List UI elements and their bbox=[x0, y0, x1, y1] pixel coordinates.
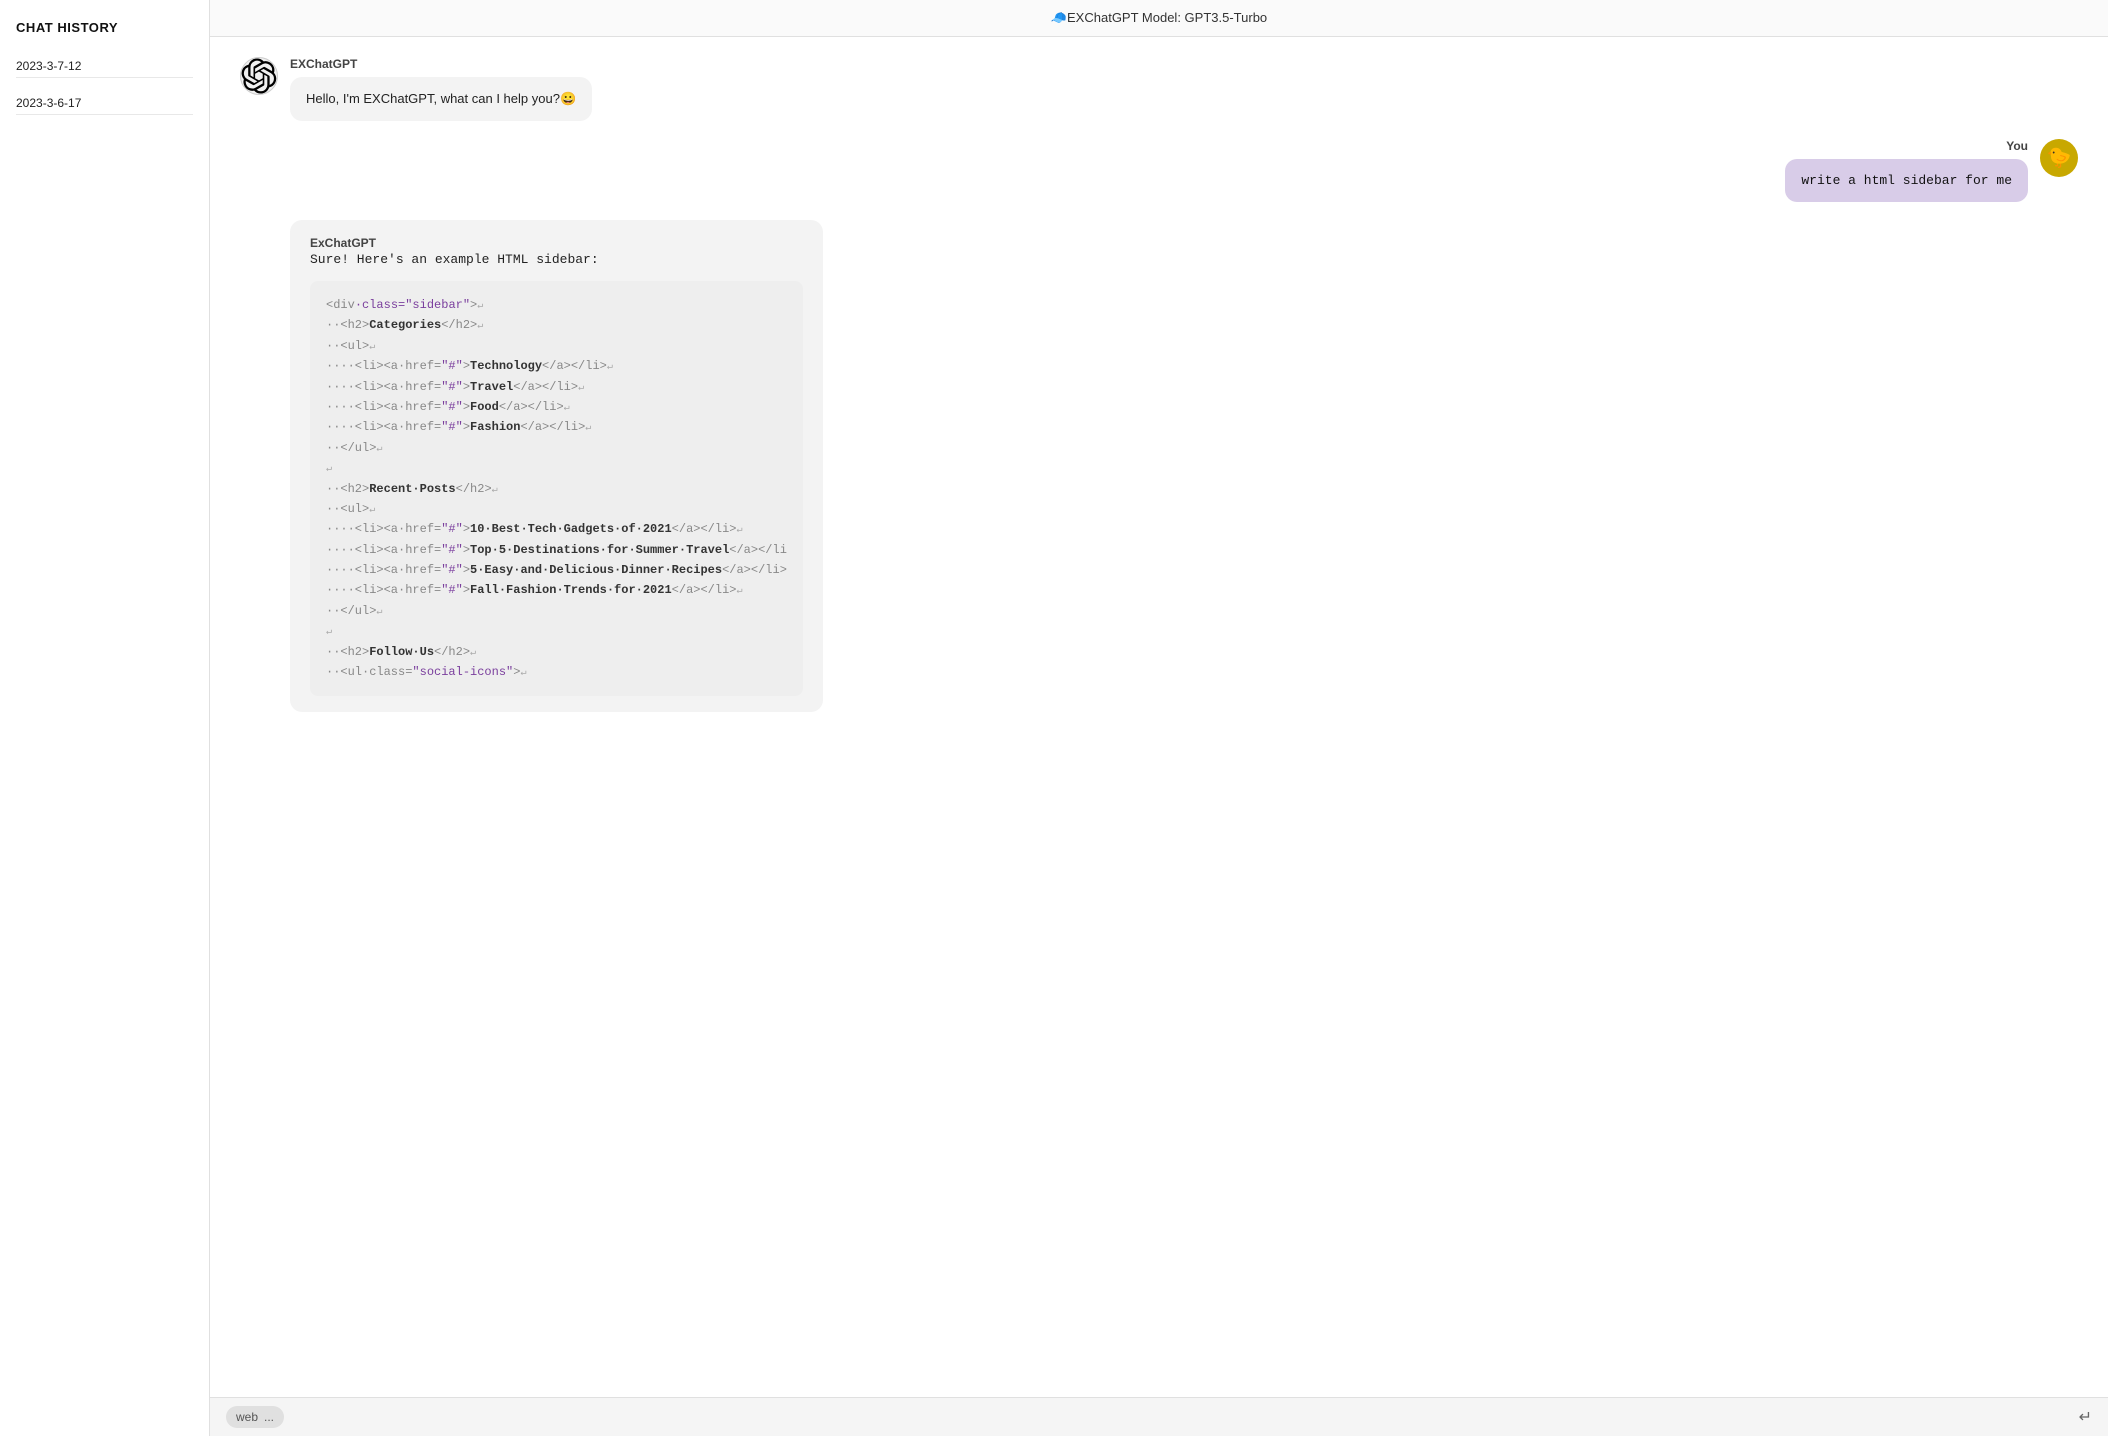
main-chat-area: 🧢EXChatGPT Model: GPT3.5-Turbo EXChatGPT… bbox=[210, 0, 2108, 1436]
code-line-16: ··</ul>↵ bbox=[326, 601, 787, 621]
titlebar: 🧢EXChatGPT Model: GPT3.5-Turbo bbox=[210, 0, 2108, 37]
user-avatar: 🐤 bbox=[2040, 139, 2078, 177]
chat-messages: EXChatGPT Hello, I'm EXChatGPT, what can… bbox=[210, 37, 2108, 1397]
message-row-user: 🐤 You write a html sidebar for me bbox=[240, 139, 2078, 203]
code-line-15: ····<li><a·href="#">Fall·Fashion·Trends·… bbox=[326, 580, 787, 600]
titlebar-text: 🧢EXChatGPT Model: GPT3.5-Turbo bbox=[1051, 10, 1267, 25]
bot-avatar bbox=[240, 57, 278, 95]
code-line-12: ····<li><a·href="#">10·Best·Tech·Gadgets… bbox=[326, 519, 787, 539]
code-line-4: ····<li><a·href="#">Technology</a></li>↵ bbox=[326, 356, 787, 376]
message-row-bot-code: ExChatGPT Sure! Here's an example HTML s… bbox=[240, 220, 2078, 712]
user-avatar-emoji: 🐤 bbox=[2047, 145, 2072, 170]
code-line-9: ↵ bbox=[326, 458, 787, 478]
code-line-2: ··<h2>Categories</h2>↵ bbox=[326, 315, 787, 335]
code-line-3: ··<ul>↵ bbox=[326, 336, 787, 356]
code-line-19: ··<ul·class="social-icons">↵ bbox=[326, 662, 787, 682]
user-msg-bubble: write a html sidebar for me bbox=[1785, 159, 2028, 203]
user-msg-sender: You bbox=[2006, 139, 2028, 153]
code-line-8: ··</ul>↵ bbox=[326, 438, 787, 458]
code-line-17: ↵ bbox=[326, 621, 787, 641]
message-row-bot-greeting: EXChatGPT Hello, I'm EXChatGPT, what can… bbox=[240, 57, 2078, 121]
history-item-2[interactable]: 2023-3-6-17 bbox=[16, 92, 193, 115]
code-block: <div·class="sidebar">↵ ··<h2>Categories<… bbox=[310, 281, 803, 696]
code-line-7: ····<li><a·href="#">Fashion</a></li>↵ bbox=[326, 417, 787, 437]
web-badge-dots: ... bbox=[264, 1410, 274, 1424]
code-intro: Sure! Here's an example HTML sidebar: bbox=[310, 252, 803, 267]
chat-input[interactable] bbox=[294, 1410, 2069, 1425]
history-item-1[interactable]: 2023-3-7-12 bbox=[16, 55, 193, 78]
code-line-6: ····<li><a·href="#">Food</a></li>↵ bbox=[326, 397, 787, 417]
chat-sidebar: CHAT HISTORY 2023-3-7-12 2023-3-6-17 bbox=[0, 0, 210, 1436]
code-line-1: <div·class="sidebar">↵ bbox=[326, 295, 787, 315]
code-line-13: ····<li><a·href="#">Top·5·Destinations·f… bbox=[326, 540, 787, 560]
code-line-18: ··<h2>Follow·Us</h2>↵ bbox=[326, 642, 787, 662]
user-msg-content: You write a html sidebar for me bbox=[1785, 139, 2028, 203]
bot-code-sender: ExChatGPT bbox=[310, 236, 803, 250]
bot-greeting-sender: EXChatGPT bbox=[290, 57, 592, 71]
web-badge[interactable]: web ... bbox=[226, 1406, 284, 1428]
web-badge-text: web bbox=[236, 1410, 258, 1424]
send-button[interactable]: ↵ bbox=[2079, 1407, 2092, 1427]
bot-greeting-bubble: Hello, I'm EXChatGPT, what can I help yo… bbox=[290, 77, 592, 121]
code-line-10: ··<h2>Recent·Posts</h2>↵ bbox=[326, 479, 787, 499]
bot-code-content: ExChatGPT Sure! Here's an example HTML s… bbox=[290, 220, 823, 712]
input-bar: web ... ↵ bbox=[210, 1397, 2108, 1436]
code-line-5: ····<li><a·href="#">Travel</a></li>↵ bbox=[326, 377, 787, 397]
code-line-11: ··<ul>↵ bbox=[326, 499, 787, 519]
bot-greeting-content: EXChatGPT Hello, I'm EXChatGPT, what can… bbox=[290, 57, 592, 121]
code-line-14: ····<li><a·href="#">5·Easy·and·Delicious… bbox=[326, 560, 787, 580]
sidebar-title: CHAT HISTORY bbox=[16, 20, 193, 35]
